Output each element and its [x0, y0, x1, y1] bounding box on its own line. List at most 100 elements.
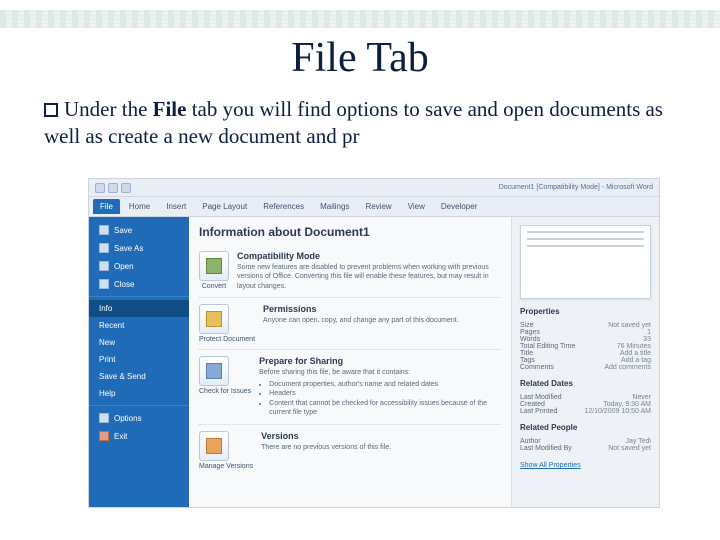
tab-home[interactable]: Home: [122, 199, 157, 214]
properties-heading: Properties: [520, 307, 651, 316]
sidebar-separator: [89, 405, 189, 406]
prep-title: Prepare for Sharing: [259, 356, 501, 366]
prop-row: TitleAdd a title: [520, 350, 651, 357]
sidebar-spacer: [89, 445, 189, 503]
lock-icon: [206, 311, 222, 327]
section-permissions: Protect Document Permissions Anyone can …: [199, 298, 501, 350]
prop-row: CreatedToday, 9:30 AM: [520, 401, 651, 408]
versions-title: Versions: [261, 431, 501, 441]
prop-row: Words33: [520, 336, 651, 343]
body-strong: File: [153, 97, 187, 121]
versions-text: There are no previous versions of this f…: [261, 443, 501, 452]
check-issues-button[interactable]: Check for Issues: [199, 356, 251, 417]
sidebar-label: Exit: [114, 432, 127, 441]
sidebar-separator: [89, 296, 189, 297]
window-title: Document1 [Compatibility Mode] - Microso…: [499, 184, 653, 191]
section-versions: Manage Versions Versions There are no pr…: [199, 425, 501, 476]
list-item: Content that cannot be checked for acces…: [269, 399, 501, 418]
preview-panel: Properties SizeNot saved yet Pages1 Word…: [511, 217, 659, 507]
backstage-main: Information about Document1 Convert Comp…: [189, 217, 511, 507]
manage-versions-button[interactable]: Manage Versions: [199, 431, 253, 470]
properties-list: SizeNot saved yet Pages1 Words33 Total E…: [520, 322, 651, 371]
section-compatibility: Convert Compatibility Mode Some new feat…: [199, 245, 501, 298]
tab-mailings[interactable]: Mailings: [313, 199, 356, 214]
qat-undo-icon[interactable]: [108, 183, 118, 193]
perm-text: Anyone can open, copy, and change any pa…: [263, 316, 501, 325]
prop-row: Last Printed12/10/2009 10:50 AM: [520, 408, 651, 415]
list-item: Document properties, author's name and r…: [269, 380, 501, 389]
close-icon: [99, 279, 109, 289]
sidebar-label: Save & Send: [99, 372, 146, 381]
prep-list: Document properties, author's name and r…: [269, 380, 501, 418]
sidebar-item-options[interactable]: Options: [89, 409, 189, 427]
button-label: Protect Document: [199, 336, 255, 343]
save-icon: [99, 225, 109, 235]
sidebar-item-print[interactable]: Print: [89, 351, 189, 368]
sidebar-item-open[interactable]: Open: [89, 257, 189, 275]
prop-row: Total Editing Time76 Minutes: [520, 343, 651, 350]
compat-text: Some new features are disabled to preven…: [237, 263, 501, 291]
ribbon-tabs: File Home Insert Page Layout References …: [89, 197, 659, 217]
sidebar-item-exit[interactable]: Exit: [89, 427, 189, 445]
word-window: Document1 [Compatibility Mode] - Microso…: [88, 178, 660, 508]
options-icon: [99, 413, 109, 423]
sidebar-item-info[interactable]: Info: [89, 300, 189, 317]
button-label: Convert: [199, 283, 229, 290]
sidebar-label: New: [99, 338, 115, 347]
slide-title: File Tab: [0, 34, 720, 82]
open-icon: [99, 261, 109, 271]
sidebar-label: Help: [99, 389, 115, 398]
prop-row: Pages1: [520, 329, 651, 336]
qat-save-icon[interactable]: [95, 183, 105, 193]
versions-icon: [206, 438, 222, 454]
backstage: Save Save As Open Close Info Recent New …: [89, 217, 659, 507]
prop-row: AuthorJay Tedi: [520, 438, 651, 445]
sidebar-item-save[interactable]: Save: [89, 221, 189, 239]
quick-access-toolbar: Document1 [Compatibility Mode] - Microso…: [89, 179, 659, 197]
sidebar-label: Print: [99, 355, 115, 364]
sidebar-label: Info: [99, 304, 112, 313]
tab-references[interactable]: References: [256, 199, 311, 214]
inspect-icon: [206, 363, 222, 379]
prop-row: CommentsAdd comments: [520, 364, 651, 371]
sidebar-label: Save As: [114, 244, 143, 253]
protect-document-button[interactable]: Protect Document: [199, 304, 255, 343]
section-prepare-sharing: Check for Issues Prepare for Sharing Bef…: [199, 350, 501, 424]
qat-redo-icon[interactable]: [121, 183, 131, 193]
tab-insert[interactable]: Insert: [159, 199, 193, 214]
sidebar-label: Close: [114, 280, 134, 289]
info-heading: Information about Document1: [199, 225, 501, 239]
tab-page-layout[interactable]: Page Layout: [195, 199, 254, 214]
document-thumbnail[interactable]: [520, 225, 651, 299]
save-as-icon: [99, 243, 109, 253]
show-all-properties-link[interactable]: Show All Properties: [520, 462, 651, 469]
list-item: Headers: [269, 389, 501, 398]
tab-file[interactable]: File: [93, 199, 120, 214]
sidebar-item-new[interactable]: New: [89, 334, 189, 351]
sidebar-item-save-as[interactable]: Save As: [89, 239, 189, 257]
sidebar-label: Recent: [99, 321, 124, 330]
sidebar-item-save-send[interactable]: Save & Send: [89, 368, 189, 385]
sidebar-label: Open: [114, 262, 134, 271]
dates-list: Last ModifiedNever CreatedToday, 9:30 AM…: [520, 394, 651, 415]
tab-view[interactable]: View: [401, 199, 432, 214]
prop-row: SizeNot saved yet: [520, 322, 651, 329]
sidebar-label: Options: [114, 414, 142, 423]
tab-review[interactable]: Review: [358, 199, 398, 214]
sidebar-item-recent[interactable]: Recent: [89, 317, 189, 334]
button-label: Check for Issues: [199, 388, 251, 395]
prop-row: TagsAdd a tag: [520, 357, 651, 364]
sidebar-item-close[interactable]: Close: [89, 275, 189, 293]
related-people-heading: Related People: [520, 423, 651, 432]
button-label: Manage Versions: [199, 463, 253, 470]
decorative-border: [0, 10, 720, 28]
tab-developer[interactable]: Developer: [434, 199, 484, 214]
sidebar-item-help[interactable]: Help: [89, 385, 189, 402]
prep-lead: Before sharing this file, be aware that …: [259, 368, 501, 377]
convert-button[interactable]: Convert: [199, 251, 229, 291]
perm-title: Permissions: [263, 304, 501, 314]
related-dates-heading: Related Dates: [520, 379, 651, 388]
convert-icon: [206, 258, 222, 274]
exit-icon: [99, 431, 109, 441]
people-list: AuthorJay Tedi Last Modified ByNot saved…: [520, 438, 651, 452]
